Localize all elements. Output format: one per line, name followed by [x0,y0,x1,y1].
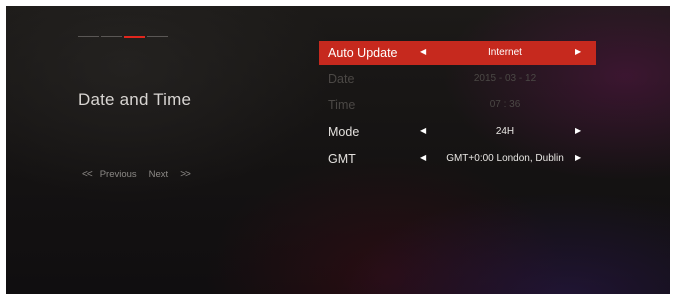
step-indicator [78,35,168,38]
page-title: Date and Time [78,90,192,109]
triangle-right-icon[interactable]: ▶ [575,153,581,162]
setting-label: Auto Update [328,46,398,60]
setting-row-mode[interactable]: Mode ◀ 24H ▶ [319,120,596,144]
setting-value: GMT+0:00 London, Dublin [446,153,564,164]
wizard-nav: << Previous Next >> [82,169,191,180]
setting-label: Mode [328,125,360,139]
triangle-left-icon[interactable]: ◀ [420,153,426,162]
setting-value: Internet [488,47,522,58]
triangle-left-icon[interactable]: ◀ [420,47,426,56]
triangle-left-icon[interactable]: ◀ [420,126,426,135]
setting-value: 2015 - 03 - 12 [473,73,537,84]
step-indicator-segment [78,36,99,37]
next-link[interactable]: Next [149,169,169,180]
step-indicator-segment [101,36,122,37]
step-indicator-segment-active [124,35,145,38]
setting-row-gmt[interactable]: GMT ◀ GMT+0:00 London, Dublin ▶ [319,147,596,171]
setting-value: 07 : 36 [489,99,521,110]
triangle-right-icon[interactable]: ▶ [575,126,581,135]
chevron-double-left-icon[interactable]: << [82,169,93,180]
triangle-right-icon[interactable]: ▶ [575,47,581,56]
setting-row-time: Time 07 : 36 [319,93,596,117]
setting-label: Date [328,72,355,86]
settings-screen: Date and Time << Previous Next >> Auto U… [6,6,670,294]
chevron-double-right-icon[interactable]: >> [180,169,191,180]
setting-value: 24H [495,126,515,137]
setting-row-auto-update[interactable]: Auto Update ◀ Internet ▶ [319,41,596,65]
setting-row-date: Date 2015 - 03 - 12 [319,67,596,91]
previous-link[interactable]: Previous [100,169,137,180]
step-indicator-segment [147,36,168,37]
setting-label: GMT [328,152,356,166]
setting-label: Time [328,98,356,112]
